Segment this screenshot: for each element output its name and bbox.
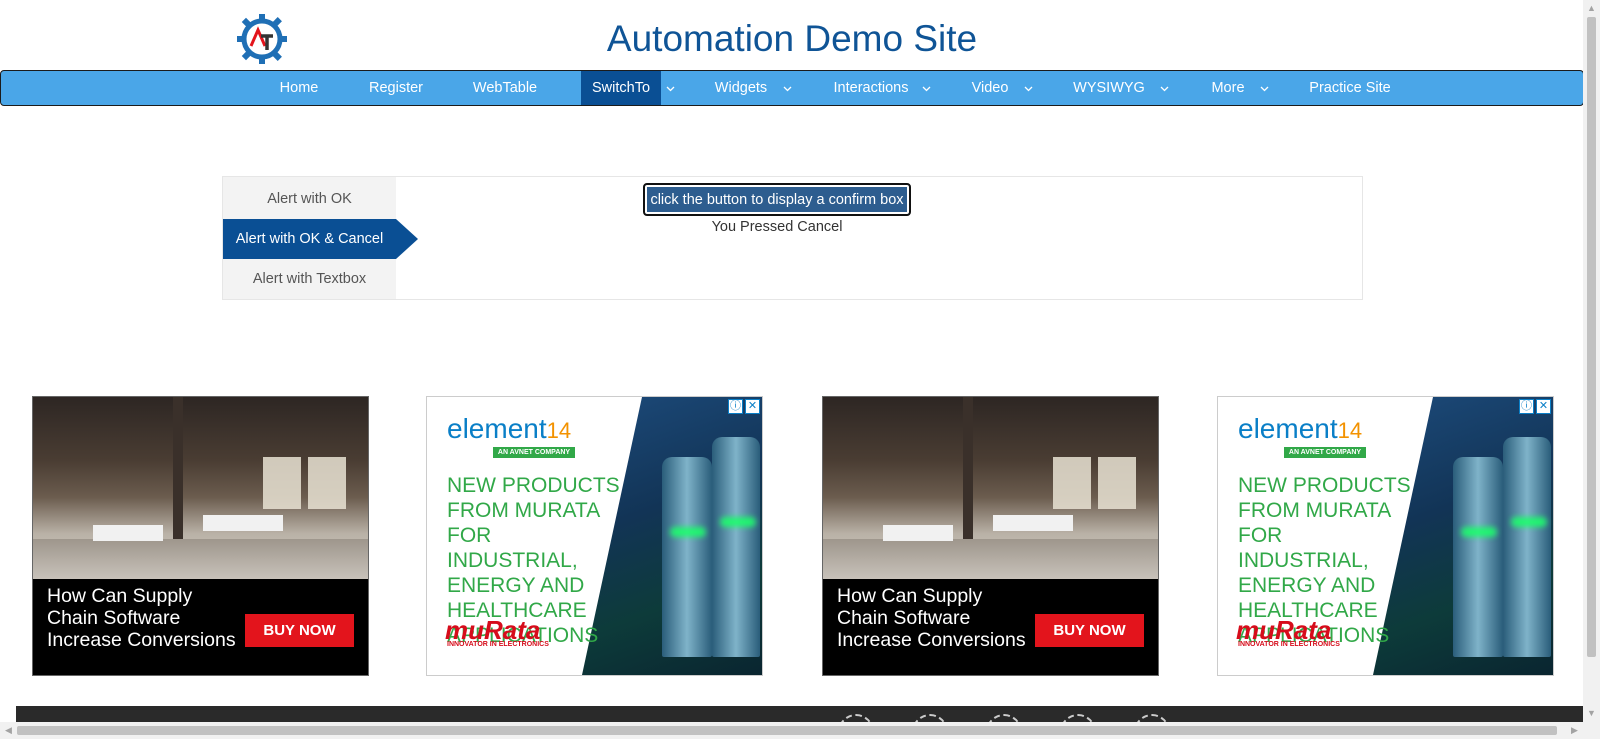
nav-item-practice-site[interactable]: Practice Site — [1305, 71, 1395, 105]
element14-logo: element14 — [1238, 413, 1362, 445]
ad-headline: How Can Supply Chain Software Increase C… — [47, 585, 236, 651]
ad-info-icon[interactable]: ⓘ — [1519, 399, 1534, 414]
ad-close-icon[interactable]: ✕ — [745, 399, 760, 414]
element14-logo: element14 — [447, 413, 571, 445]
element14-tagline: AN AVNET COMPANY — [1284, 447, 1366, 458]
vertical-scroll-thumb[interactable] — [1587, 17, 1596, 657]
widgets-chevron-down-icon[interactable] — [777, 71, 797, 105]
interactions-chevron-down-icon[interactable] — [916, 71, 936, 105]
page-title-text: Automation Demo Site — [606, 18, 978, 59]
nav-item-wysiwyg[interactable]: WYSIWYG — [1069, 71, 1149, 105]
horizontal-scroll-thumb[interactable] — [17, 726, 1557, 735]
ad-info-icon[interactable]: ⓘ — [728, 399, 743, 414]
ad-element14-2[interactable]: element14 AN AVNET COMPANY NEW PRODUCTS … — [1217, 396, 1554, 676]
scroll-down-arrow-icon[interactable]: ▼ — [1583, 705, 1600, 722]
murata-tagline: INNOVATOR IN ELECTRONICS — [1238, 641, 1340, 648]
office-photo — [33, 397, 368, 579]
murata-tagline: INNOVATOR IN ELECTRONICS — [447, 641, 549, 648]
ad-office-2[interactable]: How Can Supply Chain Software Increase C… — [822, 396, 1159, 676]
page-title: Automation Demo Site — [0, 18, 1584, 60]
element14-brand: element — [447, 413, 547, 444]
element14-brand-num: 14 — [1337, 418, 1363, 443]
scroll-up-arrow-icon[interactable]: ▲ — [1583, 0, 1600, 17]
wysiwyg-chevron-down-icon[interactable] — [1154, 71, 1174, 105]
more-chevron-down-icon[interactable] — [1254, 71, 1274, 105]
ad-choices: ⓘ ✕ — [728, 399, 760, 414]
vertical-scrollbar[interactable]: ▲ ▼ — [1583, 0, 1600, 739]
tab-alert-with-textbox[interactable]: Alert with Textbox — [223, 259, 396, 299]
nav-item-video[interactable]: Video — [967, 71, 1013, 105]
confirm-result-text: You Pressed Cancel — [711, 219, 843, 235]
buy-now-button[interactable]: BUY NOW — [1035, 614, 1144, 647]
alert-panel: Alert with OK Alert with OK & Cancel Ale… — [222, 176, 1363, 300]
nav-item-register[interactable]: Register — [359, 71, 433, 105]
switchto-chevron-down-icon[interactable] — [660, 71, 680, 105]
nav-item-interactions[interactable]: Interactions — [827, 71, 915, 105]
tab-alert-with-ok-cancel[interactable]: Alert with OK & Cancel — [223, 219, 418, 259]
main-nav: Home Register WebTable SwitchTo Widgets … — [0, 70, 1584, 106]
nav-item-switchto[interactable]: SwitchTo — [581, 71, 661, 105]
nav-item-more[interactable]: More — [1204, 71, 1252, 105]
confirm-box-button[interactable]: click the button to display a confirm bo… — [643, 183, 911, 216]
element14-tagline: AN AVNET COMPANY — [493, 447, 575, 458]
ad-office-1[interactable]: How Can Supply Chain Software Increase C… — [32, 396, 369, 676]
tab-alert-with-ok[interactable]: Alert with OK — [223, 179, 396, 219]
scroll-right-arrow-icon[interactable]: ▶ — [1566, 722, 1583, 739]
nav-item-home[interactable]: Home — [271, 71, 327, 105]
ad-choices: ⓘ ✕ — [1519, 399, 1551, 414]
ad-headline: How Can Supply Chain Software Increase C… — [837, 585, 1026, 651]
office-photo — [823, 397, 1158, 579]
element14-brand-num: 14 — [546, 418, 572, 443]
ad-element14-1[interactable]: element14 AN AVNET COMPANY NEW PRODUCTS … — [426, 396, 763, 676]
site-header: Automation Demo Site — [0, 0, 1584, 70]
horizontal-scrollbar[interactable]: ◀ ▶ — [0, 722, 1583, 739]
ad-close-icon[interactable]: ✕ — [1536, 399, 1551, 414]
buy-now-button[interactable]: BUY NOW — [245, 614, 354, 647]
scroll-left-arrow-icon[interactable]: ◀ — [0, 722, 17, 739]
nav-item-webtable[interactable]: WebTable — [463, 71, 547, 105]
nav-item-widgets[interactable]: Widgets — [707, 71, 775, 105]
alert-tabs: Alert with OK Alert with OK & Cancel Ale… — [223, 177, 418, 299]
element14-brand: element — [1238, 413, 1338, 444]
video-chevron-down-icon[interactable] — [1018, 71, 1038, 105]
